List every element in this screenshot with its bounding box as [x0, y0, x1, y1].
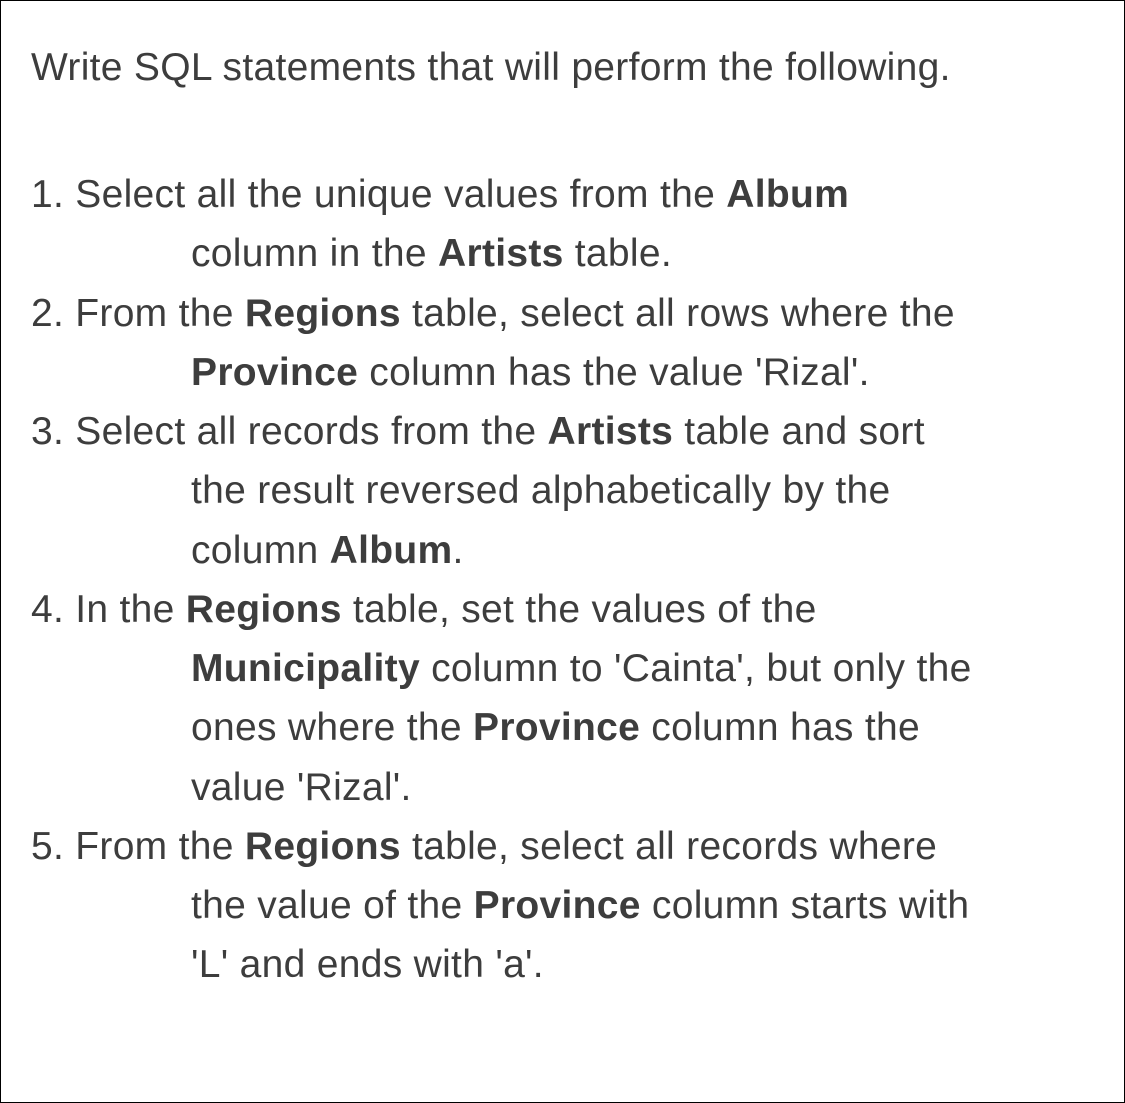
text: the value of the: [191, 884, 474, 927]
text: table, set the values of the: [342, 588, 817, 631]
item-number: 3.: [31, 410, 64, 453]
bold-term: Province: [473, 706, 640, 749]
text: column has the value 'Rizal'.: [358, 351, 870, 394]
list-item: 5. From the Regions table, select all re…: [31, 817, 1094, 995]
bold-term: Regions: [245, 825, 401, 868]
text: .: [453, 529, 464, 572]
text: the result reversed alphabetically by th…: [191, 469, 891, 512]
text: From the: [75, 292, 245, 335]
item-line-2: Municipality column to 'Cainta', but onl…: [31, 639, 1094, 698]
text: From the: [75, 825, 245, 868]
item-line-2: the value of the Province column starts …: [31, 876, 1094, 935]
bold-term: Album: [726, 173, 849, 216]
text: ones where the: [191, 706, 473, 749]
text: column to 'Cainta', but only the: [420, 647, 972, 690]
text: column: [191, 529, 330, 572]
item-line-2: column in the Artists table.: [31, 224, 1094, 283]
list-item: 1. Select all the unique values from the…: [31, 165, 1094, 284]
bold-term: Album: [330, 529, 453, 572]
item-line-3: ones where the Province column has the: [31, 698, 1094, 757]
text: column starts with: [641, 884, 970, 927]
list-item: 3. Select all records from the Artists t…: [31, 402, 1094, 580]
item-line-1: 1. Select all the unique values from the…: [31, 165, 1094, 224]
text: column in the: [191, 232, 438, 275]
item-line-1: 4. In the Regions table, set the values …: [31, 580, 1094, 639]
item-number: 2.: [31, 292, 64, 335]
text: table, select all rows where the: [401, 292, 955, 335]
item-line-2: Province column has the value 'Rizal'.: [31, 343, 1094, 402]
item-line-1: 5. From the Regions table, select all re…: [31, 817, 1094, 876]
text: value 'Rizal'.: [191, 766, 412, 809]
bold-term: Municipality: [191, 647, 420, 690]
item-line-4: value 'Rizal'.: [31, 758, 1094, 817]
intro-text: Write SQL statements that will perform t…: [31, 46, 1094, 90]
bold-term: Province: [474, 884, 641, 927]
text: table.: [564, 232, 672, 275]
text: table and sort: [673, 410, 925, 453]
text: Select all records from the: [75, 410, 547, 453]
text: table, select all records where: [401, 825, 937, 868]
item-number: 5.: [31, 825, 64, 868]
list-item: 2. From the Regions table, select all ro…: [31, 284, 1094, 403]
item-number: 4.: [31, 588, 64, 631]
bold-term: Artists: [548, 410, 674, 453]
list-item: 4. In the Regions table, set the values …: [31, 580, 1094, 817]
item-line-3: column Album.: [31, 521, 1094, 580]
text: Select all the unique values from the: [75, 173, 726, 216]
question-list: 1. Select all the unique values from the…: [31, 165, 1094, 995]
item-line-1: 2. From the Regions table, select all ro…: [31, 284, 1094, 343]
item-line-1: 3. Select all records from the Artists t…: [31, 402, 1094, 461]
bold-term: Artists: [438, 232, 564, 275]
bold-term: Regions: [186, 588, 342, 631]
item-line-2: the result reversed alphabetically by th…: [31, 461, 1094, 520]
text: 'L' and ends with 'a'.: [191, 943, 544, 986]
bold-term: Province: [191, 351, 358, 394]
item-line-3: 'L' and ends with 'a'.: [31, 935, 1094, 994]
text: In the: [75, 588, 186, 631]
item-number: 1.: [31, 173, 64, 216]
bold-term: Regions: [245, 292, 401, 335]
text: column has the: [640, 706, 920, 749]
